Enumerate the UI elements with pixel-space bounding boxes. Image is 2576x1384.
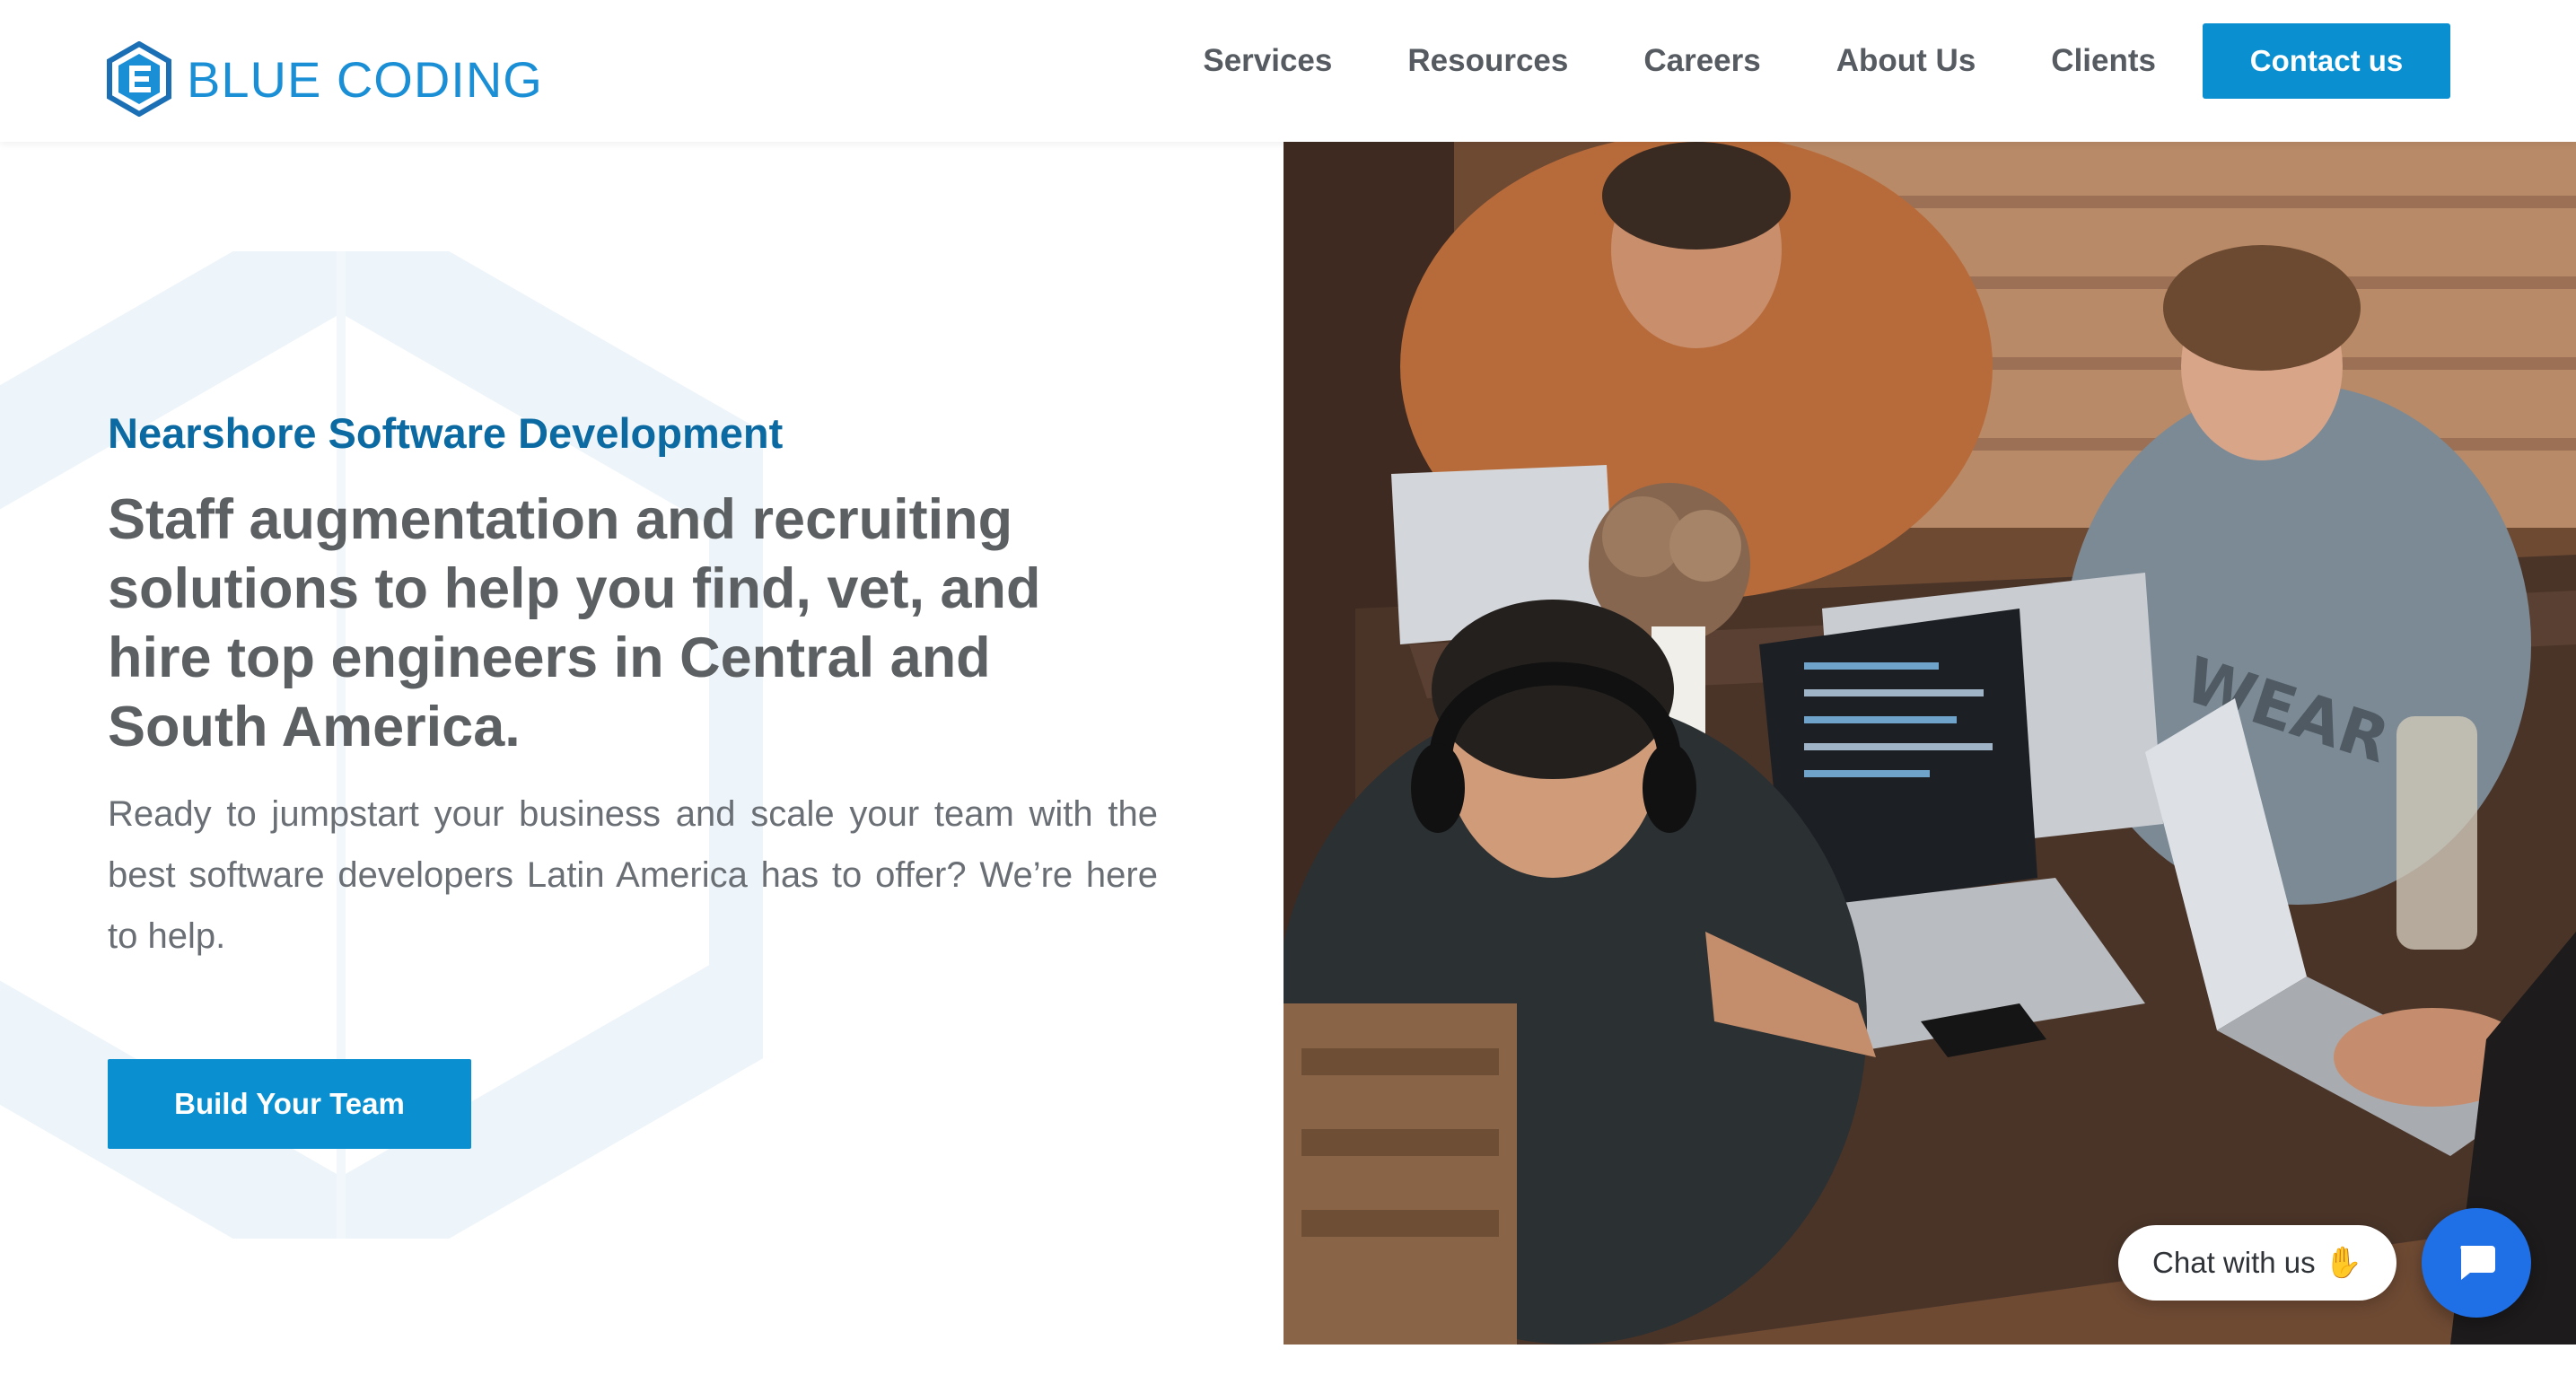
contact-us-button[interactable]: Contact us — [2203, 23, 2450, 99]
chat-with-us-bubble[interactable]: Chat with us ✋ — [2118, 1225, 2396, 1301]
hero-body: Ready to jumpstart your business and sca… — [108, 794, 1158, 957]
main-nav: Services Resources Careers About Us Clie… — [1203, 23, 2450, 99]
hero-photo: WEAR — [1284, 142, 2576, 1345]
waving-hand-icon: ✋ — [2324, 1246, 2362, 1280]
hero-headline: Staff augmentation and recruiting soluti… — [108, 488, 1041, 759]
chat-bubble-text: Chat with us — [2152, 1246, 2316, 1279]
nav-about-us[interactable]: About Us — [1836, 43, 1976, 79]
blue-coding-logo-icon — [107, 41, 171, 117]
hero-eyebrow: Nearshore Software Development — [108, 409, 784, 457]
logo[interactable]: BLUE CODING — [106, 41, 543, 117]
team-working-photo: WEAR — [1284, 142, 2576, 1345]
chat-bubble-icon — [2460, 1246, 2495, 1280]
nav-careers[interactable]: Careers — [1643, 43, 1760, 79]
nav-resources[interactable]: Resources — [1407, 43, 1568, 79]
build-your-team-button[interactable]: Build Your Team — [108, 1059, 471, 1149]
hero-text: Nearshore Software Development Staff aug… — [108, 408, 1158, 967]
nav-services[interactable]: Services — [1203, 43, 1332, 79]
logo-text: BLUE CODING — [187, 50, 543, 108]
chat-launcher-button[interactable] — [2422, 1208, 2531, 1318]
nav-clients[interactable]: Clients — [2051, 43, 2156, 79]
site-header: BLUE CODING Services Resources Careers A… — [0, 0, 2576, 142]
